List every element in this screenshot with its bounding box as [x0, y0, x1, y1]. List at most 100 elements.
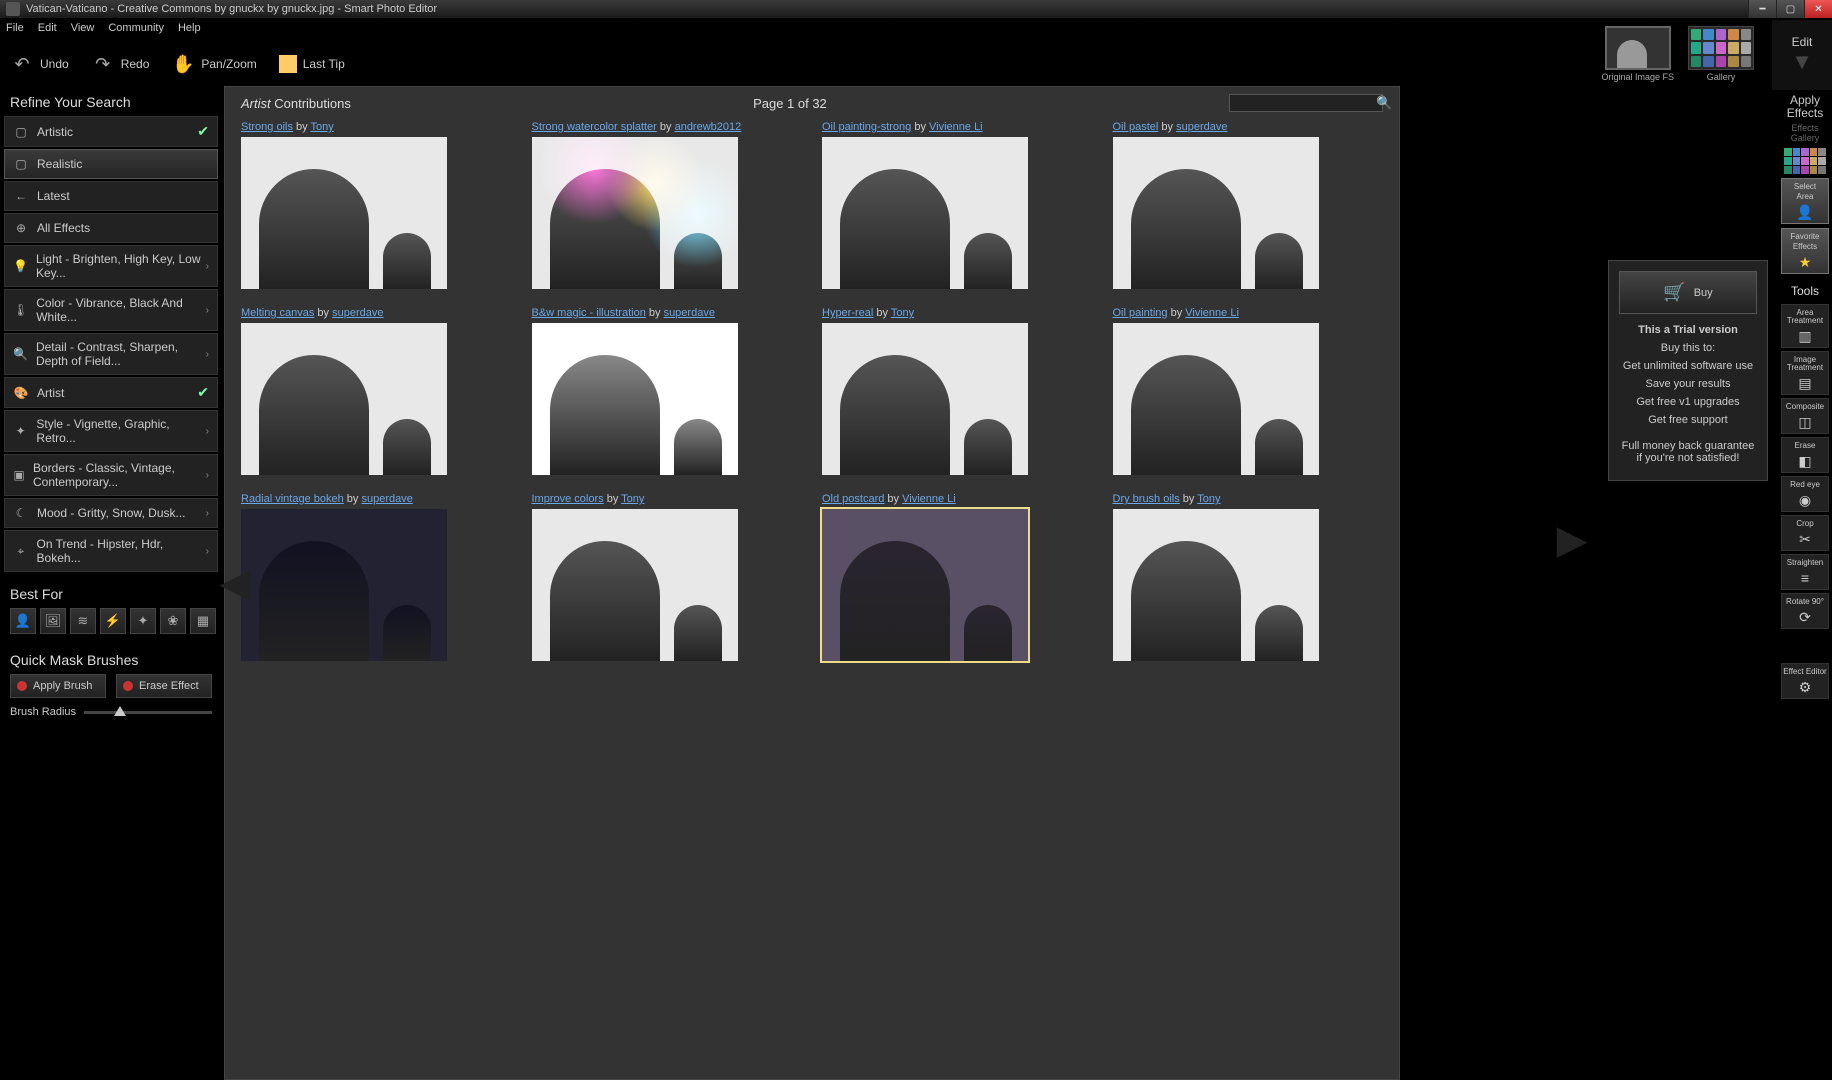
search-box[interactable]: 🔍 [1229, 94, 1383, 112]
panzoom-button[interactable]: ✋Pan/Zoom [171, 52, 256, 76]
tool-erase[interactable]: Erase◧ [1781, 437, 1829, 473]
effect-thumb[interactable] [532, 509, 738, 661]
sidebar-item-6[interactable]: 🔍Detail - Contrast, Sharpen, Depth of Fi… [4, 333, 218, 375]
effect-title-link[interactable]: Strong oils [241, 121, 293, 133]
redo-button[interactable]: ↷Redo [91, 52, 150, 76]
brush-radius-slider[interactable]: Brush Radius [10, 706, 212, 718]
menu-help[interactable]: Help [178, 22, 201, 34]
bestfor-portrait-icon[interactable]: 👤 [10, 608, 36, 634]
effect-title-link[interactable]: Oil painting-strong [822, 121, 911, 133]
effect-title-link[interactable]: Oil painting [1113, 307, 1168, 319]
effect-thumb[interactable] [1113, 509, 1319, 661]
tool-image-treatment[interactable]: Image Treatment▤ [1781, 351, 1829, 395]
effect-thumb[interactable] [241, 509, 447, 661]
tool-rotate-90°[interactable]: Rotate 90°⟳ [1781, 593, 1829, 629]
author-link[interactable]: Tony [1197, 493, 1220, 505]
minimize-button[interactable]: ━ [1748, 0, 1776, 18]
sidebar-item-8[interactable]: ✦Style - Vignette, Graphic, Retro...› [4, 410, 218, 452]
effect-thumb[interactable] [1113, 323, 1319, 475]
tool-icon: ◫ [1794, 413, 1816, 431]
undo-button[interactable]: ↶Undo [10, 52, 69, 76]
author-link[interactable]: andrewb2012 [675, 121, 742, 133]
author-link[interactable]: superdave [664, 307, 715, 319]
erase-effect-button[interactable]: Erase Effect [116, 674, 212, 698]
chevron-right-icon: › [206, 470, 209, 481]
effect-thumb[interactable] [532, 323, 738, 475]
effect-title-link[interactable]: Hyper-real [822, 307, 873, 319]
effect-title-link[interactable]: Oil pastel [1113, 121, 1159, 133]
search-icon[interactable]: 🔍 [1376, 95, 1392, 111]
sidebar-item-4[interactable]: 💡Light - Brighten, High Key, Low Key...› [4, 245, 218, 287]
author-link[interactable]: superdave [361, 493, 412, 505]
bestfor-building-icon[interactable]: ▦ [190, 608, 216, 634]
trial-box: 🛒Buy This a Trial version Buy this to: G… [1608, 260, 1768, 481]
author-link[interactable]: Vivienne Li [1185, 307, 1239, 319]
bestfor-water-icon[interactable]: ≋ [70, 608, 96, 634]
effect-thumb[interactable] [532, 137, 738, 289]
menu-view[interactable]: View [71, 22, 95, 34]
tool-crop[interactable]: Crop✂ [1781, 515, 1829, 551]
effect-title-link[interactable]: Strong watercolor splatter [532, 121, 657, 133]
slider-knob-icon[interactable] [114, 706, 126, 716]
menu-edit[interactable]: Edit [38, 22, 57, 34]
sidebar-item-10[interactable]: ☾Mood - Gritty, Snow, Dusk...› [4, 498, 218, 528]
buy-button[interactable]: 🛒Buy [1619, 271, 1757, 314]
author-link[interactable]: Tony [621, 493, 644, 505]
close-button[interactable]: ✕ [1804, 0, 1832, 18]
effect-caption: Oil painting-strong by Vivienne Li [822, 121, 1093, 133]
author-link[interactable]: Vivienne Li [929, 121, 983, 133]
tool-straighten[interactable]: Straighten≡ [1781, 554, 1829, 590]
author-link[interactable]: Vivienne Li [902, 493, 956, 505]
palette-icon[interactable] [1784, 148, 1826, 174]
gallery-thumb[interactable]: Gallery [1688, 26, 1754, 82]
effect-thumb[interactable] [241, 323, 447, 475]
gear-icon: ⚙ [1794, 678, 1816, 696]
bestfor-macro-icon[interactable]: ❀ [160, 608, 186, 634]
author-link[interactable]: Tony [891, 307, 914, 319]
apply-brush-button[interactable]: Apply Brush [10, 674, 106, 698]
effect-thumb[interactable] [241, 137, 447, 289]
bestfor-action-icon[interactable]: ⚡ [100, 608, 126, 634]
menu-file[interactable]: File [6, 22, 24, 34]
effect-thumb[interactable] [1113, 137, 1319, 289]
bestfor-landscape-icon[interactable]: 🖼 [40, 608, 66, 634]
sidebar-item-2[interactable]: ←Latest [4, 181, 218, 211]
tool-area-treatment[interactable]: Area Treatment▥ [1781, 304, 1829, 348]
effect-editor-button[interactable]: Effect Editor⚙ [1781, 663, 1829, 699]
maximize-button[interactable]: ▢ [1776, 0, 1804, 18]
effect-thumb[interactable] [822, 323, 1028, 475]
select-area-button[interactable]: SelectArea👤 [1781, 178, 1829, 224]
sidebar-item-5[interactable]: 🌡Color - Vibrance, Black And White...› [4, 289, 218, 331]
effect-title-link[interactable]: Melting canvas [241, 307, 314, 319]
effect-title-link[interactable]: Old postcard [822, 493, 884, 505]
edit-mode-button[interactable]: Edit ▼ [1772, 20, 1832, 90]
effect-title-link[interactable]: B&w magic - illustration [532, 307, 646, 319]
author-link[interactable]: superdave [332, 307, 383, 319]
effect-title-link[interactable]: Improve colors [532, 493, 604, 505]
sidebar-item-1[interactable]: ▢Realistic [4, 149, 218, 179]
bestfor-night-icon[interactable]: ✦ [130, 608, 156, 634]
effect-thumb[interactable] [822, 137, 1028, 289]
sidebar-item-7[interactable]: 🎨Artist✔ [4, 377, 218, 408]
prev-page-button[interactable]: ◀ [221, 561, 249, 605]
author-link[interactable]: superdave [1176, 121, 1227, 133]
effect-thumb[interactable] [822, 509, 1028, 661]
effect-title-link[interactable]: Radial vintage bokeh [241, 493, 344, 505]
refine-header: Refine Your Search [10, 94, 218, 110]
sidebar-item-3[interactable]: ⊕All Effects [4, 213, 218, 243]
effect-title-link[interactable]: Dry brush oils [1113, 493, 1180, 505]
sidebar-item-11[interactable]: ⌖On Trend - Hipster, Hdr, Bokeh...› [4, 530, 218, 572]
sidebar-item-0[interactable]: ▢Artistic✔ [4, 116, 218, 147]
tool-composite[interactable]: Composite◫ [1781, 398, 1829, 434]
search-input[interactable] [1234, 97, 1376, 109]
tool-red-eye[interactable]: Red eye◉ [1781, 476, 1829, 512]
menu-community[interactable]: Community [108, 22, 164, 34]
lasttip-button[interactable]: Last Tip [279, 55, 345, 73]
cart-icon: 🛒 [1663, 282, 1685, 303]
original-image-thumb[interactable]: Original Image FS [1601, 26, 1674, 82]
gallery-cell: Melting canvas by superdave [241, 307, 512, 475]
favorite-effects-button[interactable]: FavoriteEffects★ [1781, 228, 1829, 274]
author-link[interactable]: Tony [311, 121, 334, 133]
sidebar-item-9[interactable]: ▣Borders - Classic, Vintage, Contemporar… [4, 454, 218, 496]
next-page-button[interactable]: ▶ [1558, 518, 1586, 562]
